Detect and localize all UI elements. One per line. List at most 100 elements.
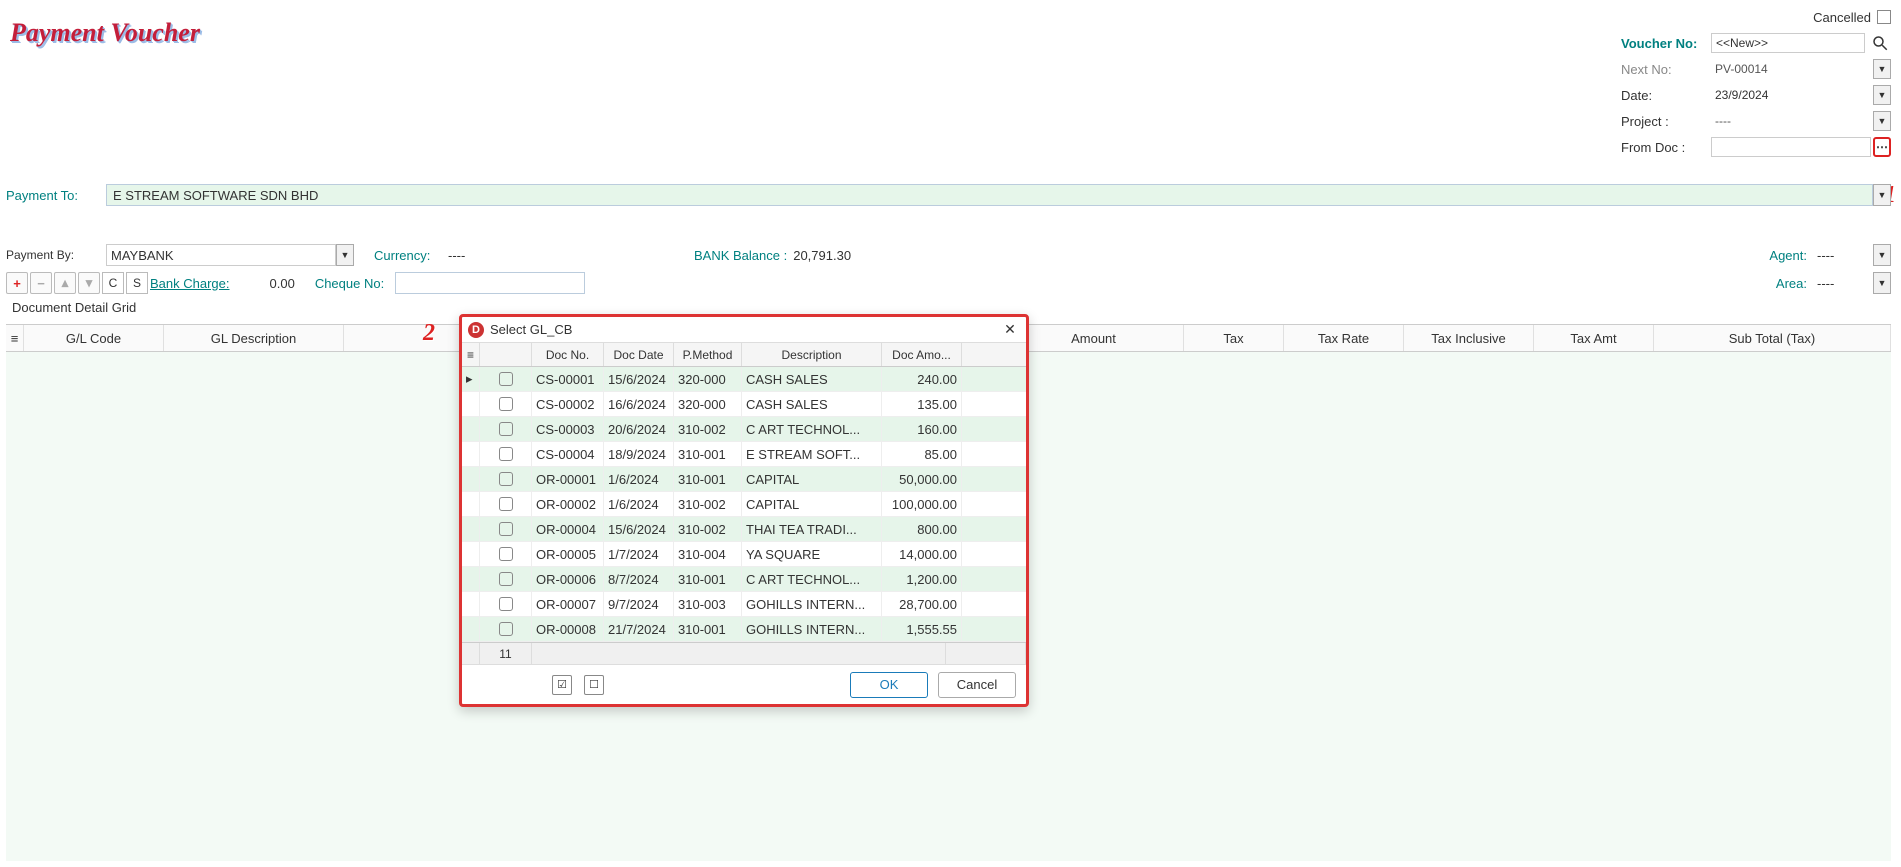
grid-header-taxrate[interactable]: Tax Rate bbox=[1284, 325, 1404, 351]
cell-pmethod: 310-002 bbox=[674, 417, 742, 441]
close-icon[interactable]: ✕ bbox=[1000, 321, 1020, 338]
cell-desc: CAPITAL bbox=[742, 467, 882, 491]
project-value[interactable]: ---- bbox=[1711, 111, 1871, 131]
row-checkbox[interactable] bbox=[499, 372, 513, 386]
agent-label: Agent: bbox=[1769, 248, 1807, 263]
dialog-header-amount[interactable]: Doc Amo... bbox=[882, 343, 962, 366]
area-dropdown[interactable]: ▼ bbox=[1873, 272, 1891, 294]
cell-pmethod: 310-002 bbox=[674, 492, 742, 516]
grid-header-glcode[interactable]: G/L Code bbox=[24, 325, 164, 351]
payment-by-dropdown[interactable]: ▼ bbox=[336, 244, 354, 266]
grid-header-amount[interactable]: Amount bbox=[1004, 325, 1184, 351]
top-right-panel: Cancelled Voucher No: <<New>> Next No: P… bbox=[1621, 6, 1891, 162]
grid-row-selector-header[interactable]: ≡ bbox=[6, 325, 24, 351]
cell-amount: 85.00 bbox=[882, 442, 962, 466]
dialog-header-docno[interactable]: Doc No. bbox=[532, 343, 604, 366]
cell-amount: 28,700.00 bbox=[882, 592, 962, 616]
row-checkbox[interactable] bbox=[499, 597, 513, 611]
date-value[interactable]: 23/9/2024 bbox=[1711, 85, 1871, 105]
area-value[interactable]: ---- bbox=[1813, 272, 1873, 294]
cell-docno: OR-00008 bbox=[532, 617, 604, 641]
row-checkbox[interactable] bbox=[499, 497, 513, 511]
cell-pmethod: 310-001 bbox=[674, 467, 742, 491]
row-checkbox[interactable] bbox=[499, 447, 513, 461]
payment-to-field[interactable]: E STREAM SOFTWARE SDN BHD bbox=[106, 184, 1873, 206]
dialog-row[interactable]: OR-000011/6/2024310-001CAPITAL50,000.00 bbox=[462, 467, 1026, 492]
ok-button[interactable]: OK bbox=[850, 672, 928, 698]
row-checkbox[interactable] bbox=[499, 422, 513, 436]
select-all-icon[interactable]: ☑ bbox=[552, 675, 572, 695]
cell-desc: CAPITAL bbox=[742, 492, 882, 516]
payment-to-dropdown[interactable]: ▼ bbox=[1873, 184, 1891, 206]
project-dropdown[interactable]: ▼ bbox=[1873, 111, 1891, 131]
grid-header-taxamt[interactable]: Tax Amt bbox=[1534, 325, 1654, 351]
row-checkbox[interactable] bbox=[499, 397, 513, 411]
cell-docdate: 16/6/2024 bbox=[604, 392, 674, 416]
grid-header-gldesc[interactable]: GL Description bbox=[164, 325, 344, 351]
cell-amount: 135.00 bbox=[882, 392, 962, 416]
dialog-row-selector-header[interactable]: ≡ bbox=[462, 343, 480, 366]
cancelled-label: Cancelled bbox=[1813, 10, 1871, 25]
cell-docdate: 21/7/2024 bbox=[604, 617, 674, 641]
cheque-no-label: Cheque No: bbox=[315, 276, 395, 291]
remove-row-button[interactable]: − bbox=[30, 272, 52, 294]
grid-title: Document Detail Grid bbox=[12, 300, 136, 315]
next-no-dropdown[interactable]: ▼ bbox=[1873, 59, 1891, 79]
cheque-no-field[interactable] bbox=[395, 272, 585, 294]
dialog-row[interactable]: ▸CS-0000115/6/2024320-000CASH SALES240.0… bbox=[462, 367, 1026, 392]
cell-desc: THAI TEA TRADI... bbox=[742, 517, 882, 541]
move-down-button[interactable]: ▾ bbox=[78, 272, 100, 294]
voucher-no-field[interactable]: <<New>> bbox=[1711, 33, 1865, 53]
agent-value[interactable]: ---- bbox=[1813, 244, 1873, 266]
currency-value: ---- bbox=[444, 244, 504, 266]
dialog-header-docdate[interactable]: Doc Date bbox=[604, 343, 674, 366]
row-checkbox[interactable] bbox=[499, 472, 513, 486]
cancelled-checkbox[interactable] bbox=[1877, 10, 1891, 24]
cell-desc: GOHILLS INTERN... bbox=[742, 617, 882, 641]
from-doc-field[interactable] bbox=[1711, 137, 1871, 157]
s-toggle-button[interactable]: S bbox=[126, 272, 148, 294]
dialog-row[interactable]: OR-0000415/6/2024310-002THAI TEA TRADI..… bbox=[462, 517, 1026, 542]
cell-desc: C ART TECHNOL... bbox=[742, 417, 882, 441]
dialog-row[interactable]: CS-0000418/9/2024310-001E STREAM SOFT...… bbox=[462, 442, 1026, 467]
dialog-row[interactable]: OR-0000821/7/2024310-001GOHILLS INTERN..… bbox=[462, 617, 1026, 642]
next-no-label: Next No: bbox=[1621, 62, 1711, 77]
dialog-check-header[interactable] bbox=[480, 343, 532, 366]
date-dropdown[interactable]: ▼ bbox=[1873, 85, 1891, 105]
grid-header-tax[interactable]: Tax bbox=[1184, 325, 1284, 351]
row-checkbox[interactable] bbox=[499, 572, 513, 586]
search-icon[interactable] bbox=[1869, 34, 1891, 52]
dialog-header-pmethod[interactable]: P.Method bbox=[674, 343, 742, 366]
row-checkbox[interactable] bbox=[499, 622, 513, 636]
dialog-row[interactable]: CS-0000216/6/2024320-000CASH SALES135.00 bbox=[462, 392, 1026, 417]
cell-docdate: 15/6/2024 bbox=[604, 367, 674, 391]
deselect-all-icon[interactable]: ☐ bbox=[584, 675, 604, 695]
c-toggle-button[interactable]: C bbox=[102, 272, 124, 294]
from-doc-label: From Doc : bbox=[1621, 140, 1711, 155]
row-checkbox[interactable] bbox=[499, 547, 513, 561]
cell-amount: 1,200.00 bbox=[882, 567, 962, 591]
payment-by-field[interactable]: MAYBANK bbox=[106, 244, 336, 266]
cell-desc: CASH SALES bbox=[742, 367, 882, 391]
cell-docdate: 8/7/2024 bbox=[604, 567, 674, 591]
cell-pmethod: 310-001 bbox=[674, 567, 742, 591]
dialog-row[interactable]: OR-000079/7/2024310-003GOHILLS INTERN...… bbox=[462, 592, 1026, 617]
dialog-row[interactable]: CS-0000320/6/2024310-002C ART TECHNOL...… bbox=[462, 417, 1026, 442]
cancel-button[interactable]: Cancel bbox=[938, 672, 1016, 698]
cell-desc: C ART TECHNOL... bbox=[742, 567, 882, 591]
dialog-row[interactable]: OR-000021/6/2024310-002CAPITAL100,000.00 bbox=[462, 492, 1026, 517]
grid-header-subtotal[interactable]: Sub Total (Tax) bbox=[1654, 325, 1891, 351]
row-checkbox[interactable] bbox=[499, 522, 513, 536]
date-label: Date: bbox=[1621, 88, 1711, 103]
dialog-header-desc[interactable]: Description bbox=[742, 343, 882, 366]
callout-2: 2 bbox=[423, 320, 435, 347]
agent-dropdown[interactable]: ▼ bbox=[1873, 244, 1891, 266]
bank-charge-link[interactable]: Bank Charge: bbox=[150, 276, 230, 291]
dialog-row[interactable]: OR-000068/7/2024310-001C ART TECHNOL...1… bbox=[462, 567, 1026, 592]
dialog-row[interactable]: OR-000051/7/2024310-004YA SQUARE14,000.0… bbox=[462, 542, 1026, 567]
cell-pmethod: 310-002 bbox=[674, 517, 742, 541]
from-doc-ellipsis-button[interactable]: ⋯ bbox=[1873, 137, 1891, 157]
move-up-button[interactable]: ▴ bbox=[54, 272, 76, 294]
add-row-button[interactable]: + bbox=[6, 272, 28, 294]
grid-header-taxincl[interactable]: Tax Inclusive bbox=[1404, 325, 1534, 351]
